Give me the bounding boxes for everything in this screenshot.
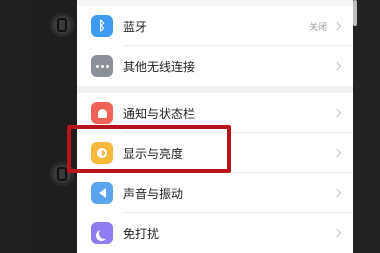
sound-icon [91, 182, 113, 204]
bluetooth-label: 蓝牙 [123, 19, 148, 34]
settings-group-personalization: 通知与状态栏 显示与亮度 声音与振动 免打扰 [77, 93, 353, 253]
chevron-right-icon [333, 107, 343, 119]
chevron-right-icon [333, 60, 343, 72]
phone-icon [50, 13, 74, 37]
chevron-right-icon [333, 20, 343, 32]
do-not-disturb-label: 免打扰 [123, 226, 160, 241]
settings-row-sound-vibration[interactable]: 声音与振动 [77, 173, 353, 213]
notifications-label: 通知与状态栏 [123, 106, 196, 121]
highlight-annotation-box [67, 125, 231, 173]
settings-group-connectivity: ᛒ 蓝牙 关闭 其他无线连接 [77, 6, 353, 86]
settings-row-other-wireless[interactable]: 其他无线连接 [77, 46, 353, 86]
settings-row-bluetooth[interactable]: ᛒ 蓝牙 关闭 [77, 6, 353, 46]
more-dots-icon [91, 55, 113, 77]
other-wireless-label: 其他无线连接 [123, 59, 196, 74]
bluetooth-icon: ᛒ [91, 15, 113, 37]
settings-row-do-not-disturb[interactable]: 免打扰 [77, 213, 353, 253]
bluetooth-status: 关闭 [308, 22, 327, 33]
chevron-right-icon [333, 147, 343, 159]
chevron-right-icon [333, 227, 343, 239]
scrollbar[interactable] [353, 0, 357, 26]
sound-vibration-label: 声音与振动 [123, 186, 184, 201]
notification-bell-icon [91, 102, 113, 124]
chevron-right-icon [333, 187, 343, 199]
moon-icon [91, 222, 113, 244]
